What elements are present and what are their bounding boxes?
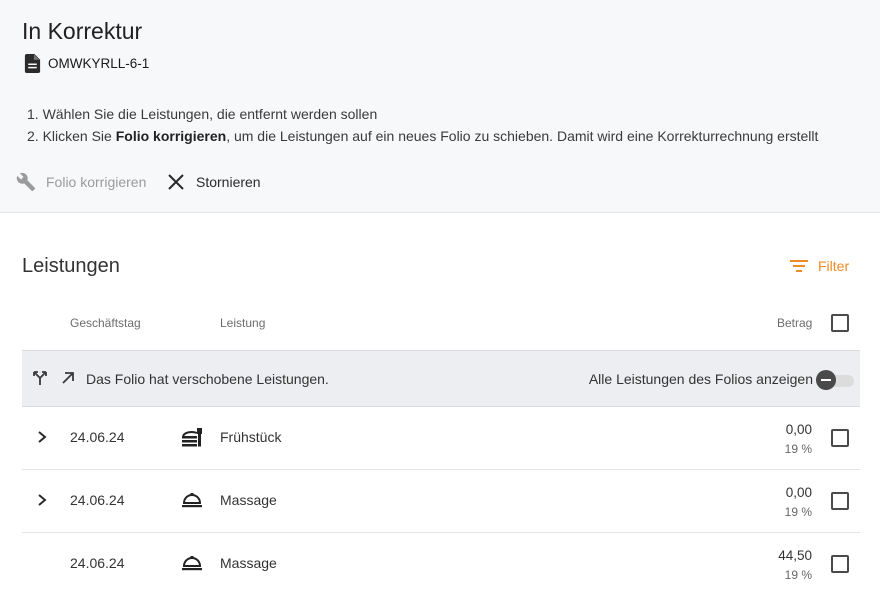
column-header-date: Geschäftstag — [70, 316, 141, 330]
show-all-services-label: Alle Leistungen des Folios anzeigen — [588, 371, 813, 387]
row-service: Massage — [220, 492, 277, 508]
correct-folio-button[interactable]: Folio korrigieren — [16, 172, 146, 192]
cancel-button[interactable]: Stornieren — [166, 172, 261, 192]
row-tax: 19 % — [784, 568, 812, 582]
document-icon — [24, 54, 41, 73]
close-icon — [168, 174, 184, 190]
split-arrows-icon — [33, 371, 47, 385]
page-title: In Korrektur — [22, 18, 143, 44]
table-row: 24.06.24 Frühstück 0,00 19 % — [22, 407, 860, 470]
instruction-step-2: 2. Klicken Sie Folio korrigieren, um die… — [27, 128, 819, 144]
table-row: 24.06.24 Massage 0,00 19 % — [22, 470, 860, 533]
chevron-right-icon[interactable] — [35, 430, 49, 444]
table-row: 24.06.24 Massage 44,50 19 % — [22, 533, 860, 593]
row-amount: 0,00 — [785, 422, 812, 437]
row-tax: 19 % — [784, 505, 812, 519]
instruction-emphasis: Folio korrigieren — [115, 128, 227, 144]
correct-folio-label: Folio korrigieren — [46, 174, 147, 190]
filter-label: Filter — [818, 258, 850, 274]
row-date: 24.06.24 — [70, 555, 125, 571]
moved-services-banner: Das Folio hat verschobene Leistungen. Al… — [22, 350, 860, 407]
filter-icon — [790, 260, 808, 272]
select-all-checkbox[interactable] — [831, 314, 849, 332]
instruction-step-1: 1. Wählen Sie die Leistungen, die entfer… — [27, 106, 378, 122]
section-title: Leistungen — [22, 255, 120, 277]
row-amount: 0,00 — [785, 485, 812, 500]
banner-message: Das Folio hat verschobene Leistungen. — [86, 371, 329, 387]
arrow-up-right-icon — [62, 372, 74, 384]
row-service: Massage — [220, 555, 277, 571]
row-amount: 44,50 — [778, 548, 812, 563]
folio-id: OMWKYRLL-6-1 — [24, 54, 149, 73]
filter-button[interactable]: Filter — [789, 256, 849, 276]
toggle-knob — [816, 370, 836, 390]
row-checkbox[interactable] — [831, 492, 849, 510]
column-header-amount: Betrag — [777, 316, 813, 330]
row-date: 24.06.24 — [70, 492, 125, 508]
chevron-right-icon[interactable] — [35, 493, 49, 507]
row-checkbox[interactable] — [831, 429, 849, 447]
row-tax: 19 % — [784, 442, 812, 456]
folio-id-text: OMWKYRLL-6-1 — [48, 56, 150, 71]
row-checkbox[interactable] — [831, 555, 849, 573]
instructions: 1. Wählen Sie die Leistungen, die entfer… — [27, 103, 818, 147]
service-bell-icon — [182, 493, 202, 508]
cancel-label: Stornieren — [196, 174, 261, 190]
show-all-services-toggle[interactable] — [816, 369, 854, 391]
correction-header: In Korrektur OMWKYRLL-6-1 1. Wählen Sie … — [0, 0, 880, 213]
row-date: 24.06.24 — [70, 429, 125, 445]
breakfast-icon — [182, 428, 202, 447]
column-header-service: Leistung — [220, 316, 266, 330]
service-bell-icon — [182, 556, 202, 571]
row-service: Frühstück — [220, 429, 282, 445]
wrench-icon — [16, 172, 36, 192]
